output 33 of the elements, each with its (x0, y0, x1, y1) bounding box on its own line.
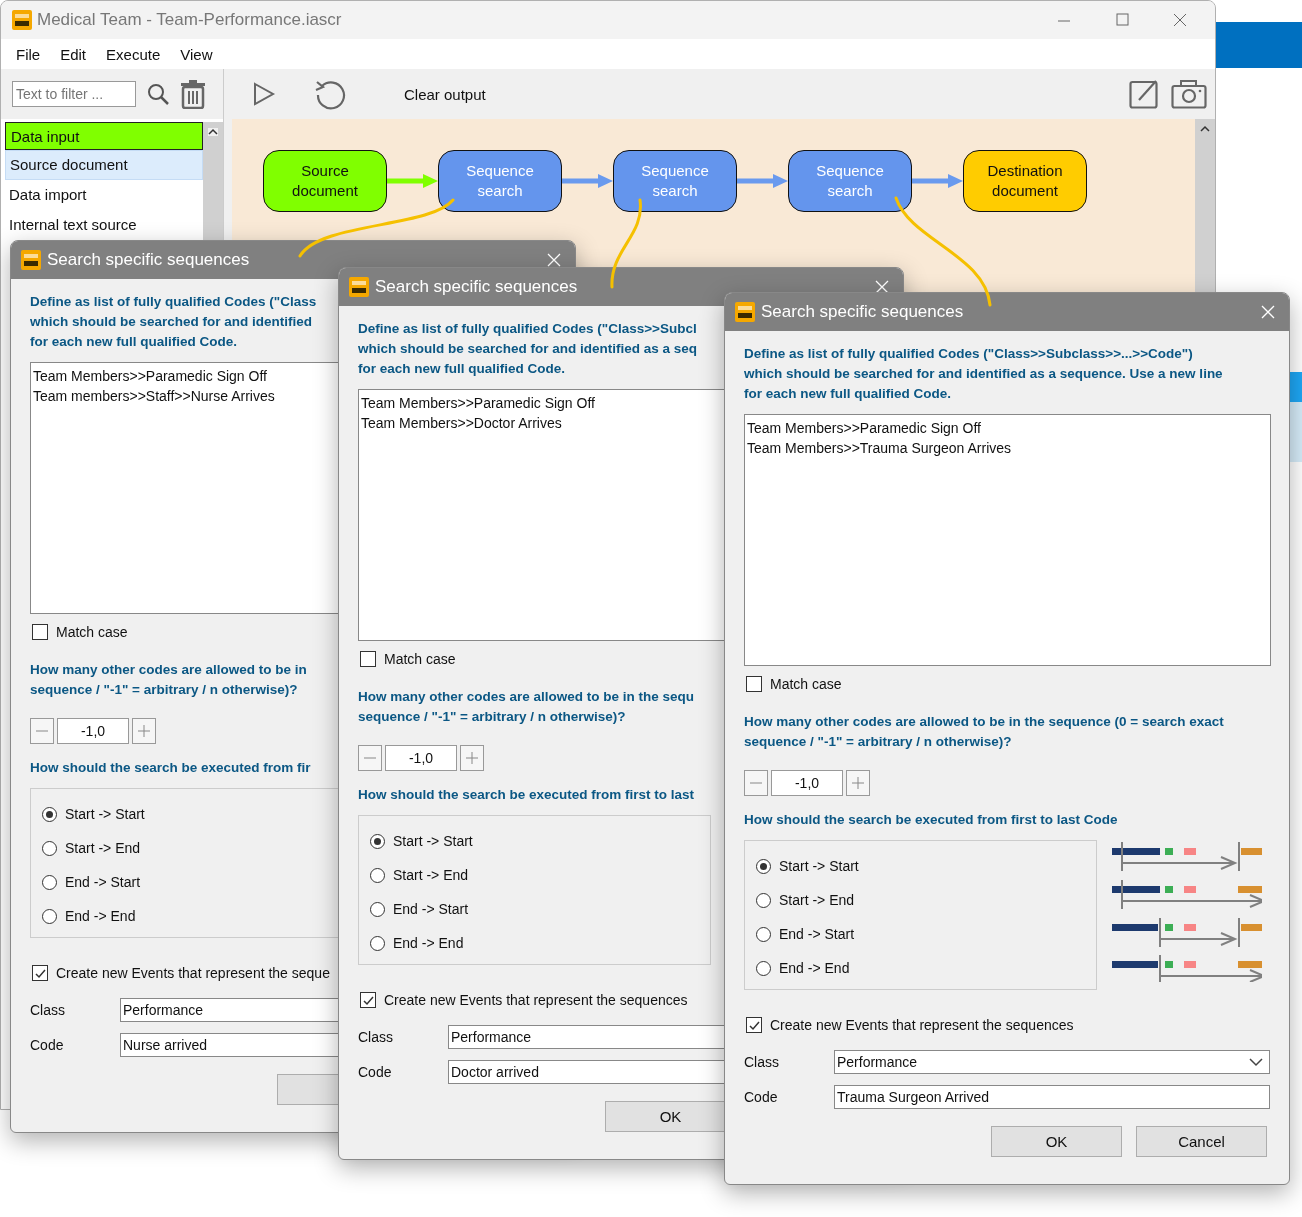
radio-label: End -> Start (779, 926, 855, 942)
checkbox-label: Create new Events that represent the sequences (384, 992, 688, 1008)
question-text: How many other codes are allowed to be in the sequ sequence / "-1" = arbitrary / n otherwise)? (358, 688, 695, 726)
dialog-title: Search specific sequences (47, 250, 250, 270)
field-label: Code (744, 1089, 779, 1105)
radio-label: End -> End (65, 908, 136, 924)
radio-label: End -> End (779, 960, 850, 976)
radio-label: Start -> Start (779, 858, 859, 874)
question-text: How should the search be executed from fir (30, 759, 311, 777)
checkbox-label: Create new Events that represent the seque (56, 965, 330, 981)
checkbox-label: Match case (384, 651, 456, 667)
radio-label: Start -> End (779, 892, 855, 908)
radio-label: End -> Start (393, 901, 469, 917)
field-label: Code (358, 1064, 393, 1080)
dialog-title: Search specific sequences (375, 277, 578, 297)
radio-label: End -> End (393, 935, 464, 951)
field-label: Class (30, 1002, 66, 1018)
question-text: How should the search be executed from first to last (358, 786, 695, 804)
question-text: How should the search be executed from first to last Code (744, 811, 1118, 829)
question-text: How many other codes are allowed to be in sequence / "-1" = arbitrary / n otherwise)? (30, 661, 307, 699)
question-text: How many other codes are allowed to be in the sequence (0 = search exact sequence / "-1" = arbitrary / n otherwise)? (744, 713, 1224, 751)
radio-label: Start -> Start (65, 806, 145, 822)
checkbox-label: Match case (770, 676, 842, 692)
radio-label: Start -> Start (393, 833, 473, 849)
dialog-title: Search specific sequences (761, 302, 964, 322)
instruction-text: Define as list of fully qualified Codes ("Class which should be searched for and identified for each new full qualified Code. (30, 293, 317, 351)
field-label: Class (358, 1029, 394, 1045)
radio-label: Start -> End (65, 840, 141, 856)
radio-label: Start -> End (393, 867, 469, 883)
checkbox-label: Match case (56, 624, 128, 640)
window-title: Medical Team - Team-Performance.iascr (37, 10, 342, 30)
radio-label: End -> Start (65, 874, 141, 890)
field-label: Code (30, 1037, 65, 1053)
